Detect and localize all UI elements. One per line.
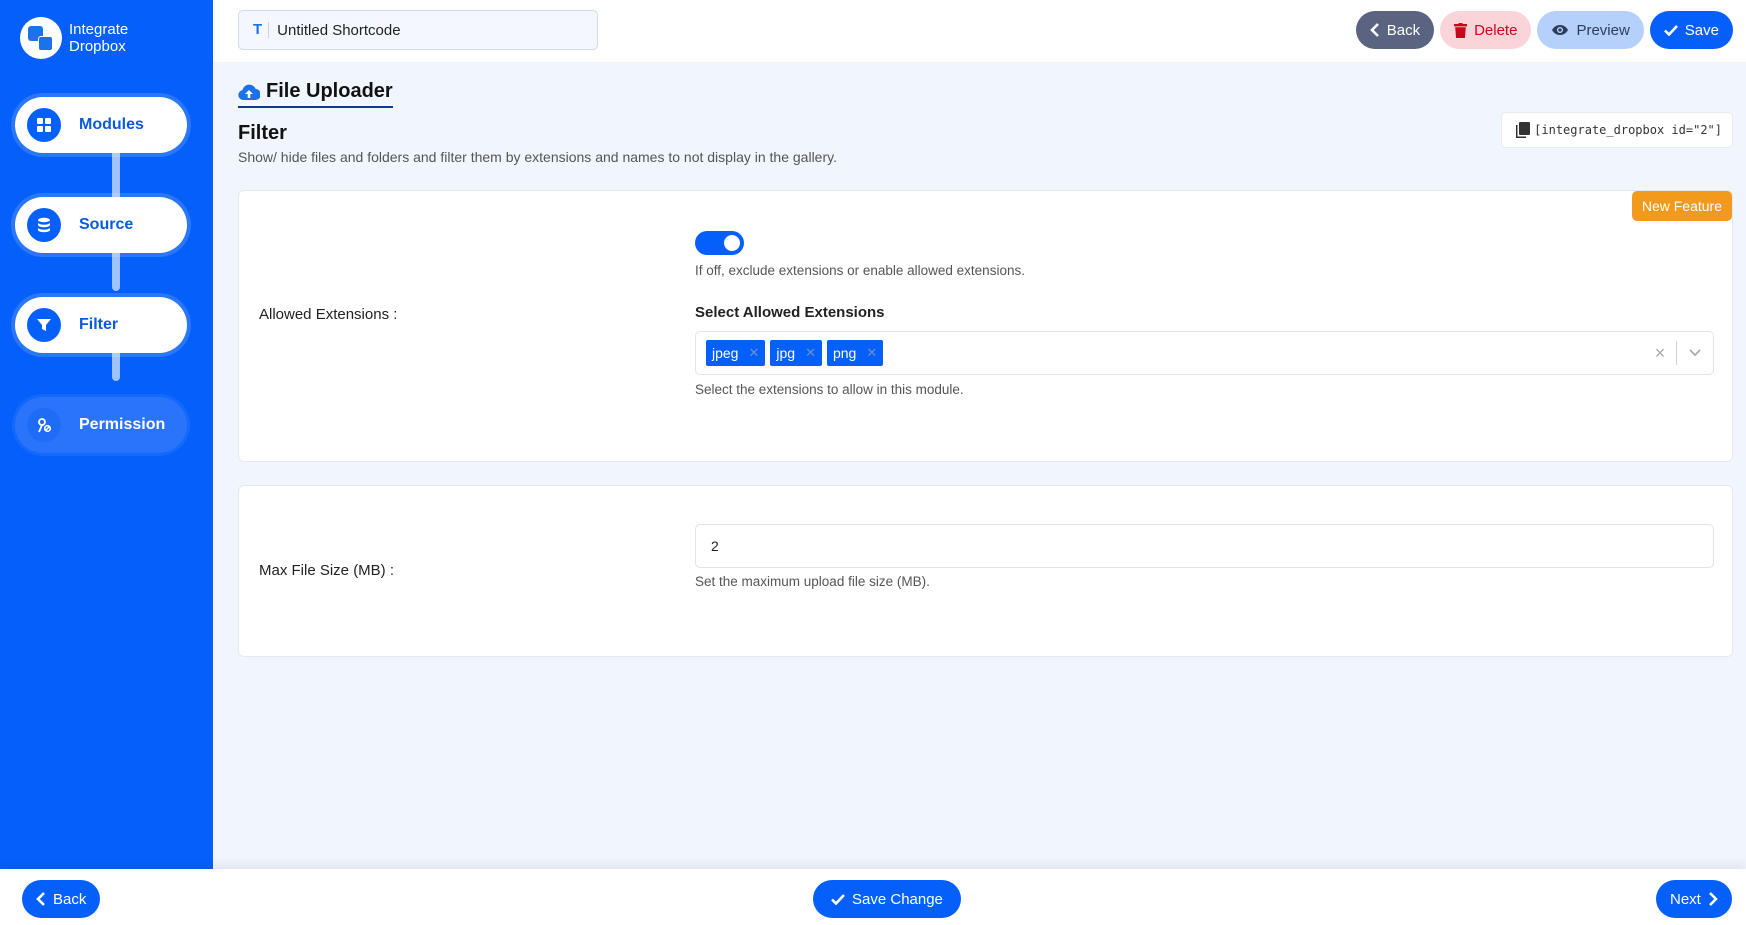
copy-icon: [1516, 122, 1531, 138]
allowed-extensions-card: New Feature Allowed Extensions : If off,…: [238, 190, 1733, 462]
shortcode-copy[interactable]: [integrate_dropbox id="2"]: [1501, 112, 1733, 148]
footer-bar: Back Save Change Next: [0, 869, 1746, 925]
top-actions: Back Delete Preview Save: [1355, 11, 1733, 49]
save-button[interactable]: Save: [1649, 11, 1733, 49]
section-title: Filter: [238, 122, 287, 144]
extension-chip: jpeg ✕: [706, 340, 766, 366]
extension-chip: jpg ✕: [770, 340, 822, 366]
step-label: Source: [79, 216, 134, 233]
step-label: Permission: [79, 416, 166, 433]
user-key-icon: [27, 408, 61, 442]
max-file-size-help: Set the maximum upload file size (MB).: [695, 574, 930, 589]
footer-back-button[interactable]: Back: [22, 880, 101, 918]
brand-name: Integrate Dropbox: [69, 21, 129, 55]
text-icon: T: [253, 22, 270, 38]
step-label: Modules: [79, 116, 144, 133]
max-file-size-field: Set the maximum upload file size (MB).: [695, 524, 1714, 589]
next-button[interactable]: Next: [1656, 880, 1732, 918]
shortcode-title-field[interactable]: T: [238, 10, 598, 50]
new-feature-badge: New Feature: [1631, 191, 1732, 221]
sidebar: Integrate Dropbox Modules Source Filter: [0, 0, 213, 869]
brand: Integrate Dropbox: [20, 17, 128, 59]
back-button[interactable]: Back: [1355, 11, 1435, 49]
max-file-size-input[interactable]: [695, 524, 1714, 568]
multiselect-controls: ×: [1644, 332, 1713, 374]
extensions-multiselect[interactable]: jpeg ✕ jpg ✕ png ✕ ×: [695, 331, 1714, 375]
check-icon: [1663, 24, 1678, 36]
step-label: Filter: [79, 316, 119, 333]
grid-icon: [27, 108, 61, 142]
section-description: Show/ hide files and folders and filter …: [238, 149, 837, 165]
chevron-left-icon: [1369, 23, 1379, 37]
database-icon: [27, 208, 61, 242]
trash-icon: [1454, 22, 1468, 38]
max-file-size-card: Max File Size (MB) : Set the maximum upl…: [238, 485, 1733, 657]
remove-chip-icon[interactable]: ✕: [805, 345, 816, 361]
check-icon: [831, 893, 845, 905]
filter-icon: [27, 308, 61, 342]
select-help-text: Select the extensions to allow in this m…: [695, 382, 964, 397]
remove-chip-icon[interactable]: ✕: [866, 345, 877, 361]
cloud-upload-icon: [238, 84, 260, 100]
save-change-button[interactable]: Save Change: [813, 880, 961, 918]
toggle-help-text: If off, exclude extensions or enable all…: [695, 263, 1025, 278]
allowed-extensions-field: If off, exclude extensions or enable all…: [695, 231, 1714, 397]
chevron-down-icon[interactable]: [1677, 349, 1713, 357]
main-content: File Uploader Filter Show/ hide files an…: [213, 62, 1746, 869]
allowed-extensions-label: Allowed Extensions :: [259, 306, 398, 323]
shortcode-title-input[interactable]: [277, 21, 578, 39]
preview-button[interactable]: Preview: [1537, 11, 1644, 49]
extension-chip: png ✕: [826, 340, 884, 366]
sidebar-step-source[interactable]: Source: [15, 197, 187, 253]
delete-button[interactable]: Delete: [1440, 11, 1532, 49]
brand-logo-icon: [20, 17, 62, 59]
chevron-right-icon: [1708, 892, 1718, 906]
allowed-extensions-toggle[interactable]: [695, 231, 744, 255]
sidebar-step-modules[interactable]: Modules: [15, 97, 187, 153]
module-title: File Uploader: [238, 80, 393, 108]
top-bar: T Back Delete Preview Save: [213, 0, 1746, 62]
eye-icon: [1552, 25, 1569, 35]
clear-all-icon[interactable]: ×: [1644, 343, 1676, 364]
max-file-size-label: Max File Size (MB) :: [259, 562, 395, 579]
sidebar-step-filter[interactable]: Filter: [15, 297, 187, 353]
select-extensions-title: Select Allowed Extensions: [695, 304, 885, 321]
chevron-left-icon: [36, 892, 45, 906]
sidebar-step-permission[interactable]: Permission: [15, 397, 187, 453]
remove-chip-icon[interactable]: ✕: [748, 345, 759, 361]
